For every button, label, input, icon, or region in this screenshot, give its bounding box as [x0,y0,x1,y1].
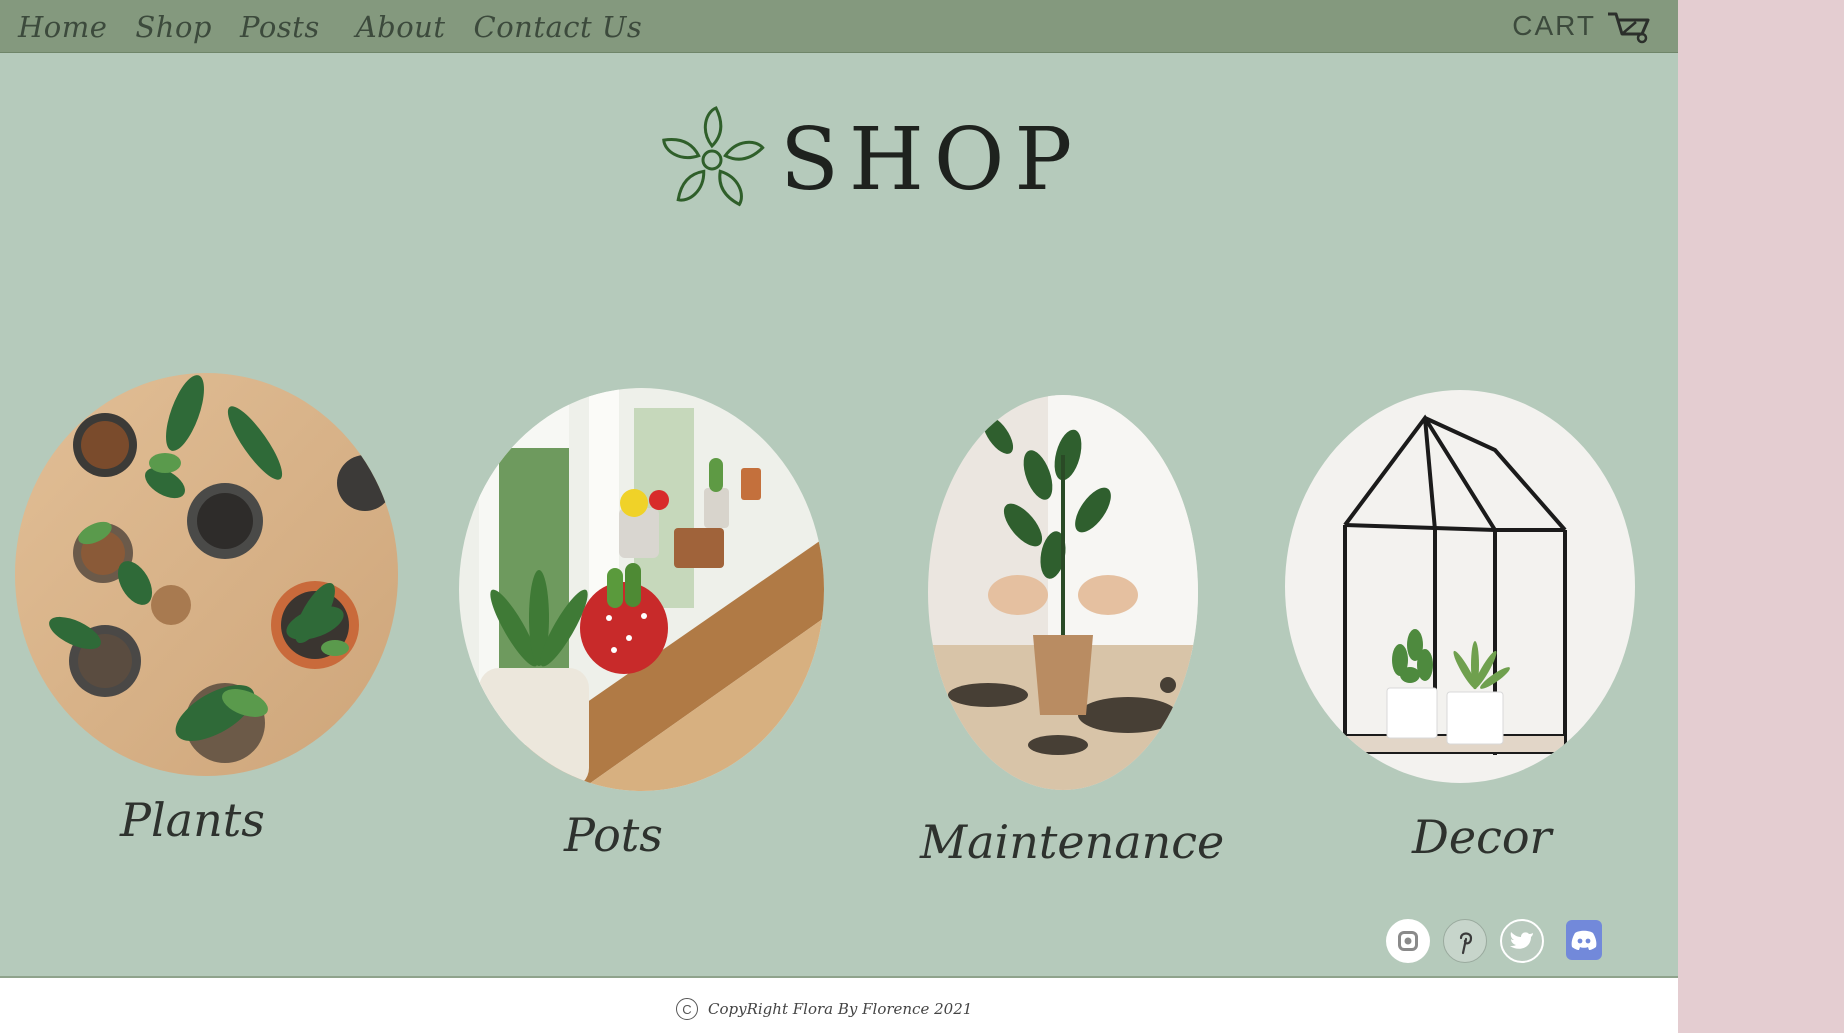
category-label-decor: Decor [1412,810,1552,864]
flower-logo-icon [652,100,772,220]
top-navigation: Home Shop Posts About Contact Us CART [0,0,1678,53]
potted-plants-photo [15,373,398,776]
cart-button[interactable]: CART [1512,8,1652,44]
category-label-plants: Plants [120,793,265,847]
category-plants[interactable]: Plants [15,373,398,853]
category-label-pots: Pots [564,808,663,862]
nav-link-shop[interactable]: Shop [135,10,212,44]
copyright: C CopyRight Flora By Florence 2021 [676,998,972,1020]
cart-label: CART [1512,10,1596,41]
copyright-icon: C [676,998,698,1020]
terrarium-house-photo [1285,390,1635,783]
nav-link-posts[interactable]: Posts [240,10,320,44]
discord-icon[interactable] [1566,920,1602,960]
category-decor[interactable]: Decor [1285,390,1635,870]
footer: C CopyRight Flora By Florence 2021 [0,976,1678,1033]
pinterest-icon[interactable] [1443,919,1487,963]
copyright-text: CopyRight Flora By Florence 2021 [708,1000,973,1018]
windowsill-pots-photo [459,388,824,791]
category-maintenance[interactable]: Maintenance [920,395,1224,875]
shop-header: SHOP [652,100,1082,220]
nav-link-contact-us[interactable]: Contact Us [474,10,643,44]
nav-link-about[interactable]: About [356,10,446,44]
repotting-photo [928,395,1198,790]
shop-page: Home Shop Posts About Contact Us CART SH… [0,0,1678,1033]
nav-links: Home Shop Posts About Contact Us [18,10,642,44]
twitter-icon[interactable] [1500,919,1544,963]
instagram-icon[interactable] [1386,919,1430,963]
nav-link-home[interactable]: Home [18,10,107,44]
category-label-maintenance: Maintenance [920,815,1225,869]
cart-icon [1606,8,1652,44]
category-pots[interactable]: Pots [459,388,824,868]
page-title: SHOP [780,110,1083,210]
